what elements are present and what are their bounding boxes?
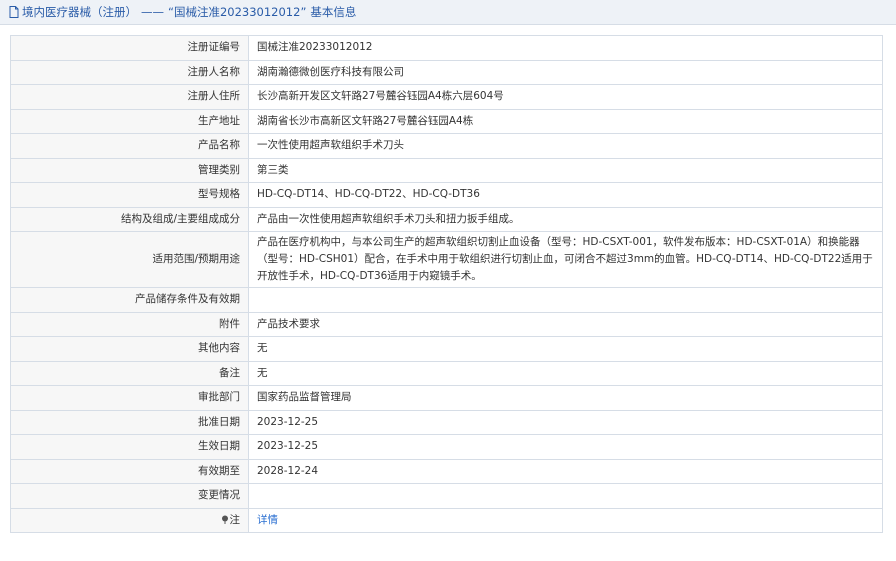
- table-row: 其他内容 无: [10, 336, 883, 362]
- row-label: 管理类别: [10, 157, 249, 183]
- table-row: 生效日期 2023-12-25: [10, 434, 883, 460]
- table-row: 型号规格 HD-CQ-DT14、HD-CQ-DT22、HD-CQ-DT36: [10, 182, 883, 208]
- table-row: 有效期至 2028-12-24: [10, 458, 883, 484]
- row-label: 结构及组成/主要组成成分: [10, 206, 249, 232]
- table-row: 生产地址 湖南省长沙市高新区文轩路27号麓谷钰园A4栋: [10, 108, 883, 134]
- row-value: 湖南瀚德微创医疗科技有限公司: [248, 59, 883, 85]
- row-label: 产品储存条件及有效期: [10, 287, 249, 313]
- row-value: 国家药品监督管理局: [248, 385, 883, 411]
- row-value: 第三类: [248, 157, 883, 183]
- note-value-cell: 详情: [248, 507, 883, 533]
- header-category: 境内医疗器械（注册）: [22, 5, 137, 19]
- row-label: 产品名称: [10, 133, 249, 159]
- row-value: 2023-12-25: [248, 409, 883, 435]
- row-label: 其他内容: [10, 336, 249, 362]
- info-table: 注册证编号 国械注准20233012012 注册人名称 湖南瀚德微创医疗科技有限…: [10, 35, 883, 533]
- row-value: 2028-12-24: [248, 458, 883, 484]
- row-value: 产品技术要求: [248, 311, 883, 337]
- row-label: 注册人住所: [10, 84, 249, 110]
- page-header: 境内医疗器械（注册） —— “国械注准20233012012” 基本信息: [0, 0, 896, 25]
- table-row: 产品储存条件及有效期: [10, 287, 883, 313]
- header-separator: ——: [141, 5, 164, 19]
- row-value: [248, 483, 883, 509]
- row-label: 变更情况: [10, 483, 249, 509]
- table-row: 结构及组成/主要组成成分 产品由一次性使用超声软组织手术刀头和扭力扳手组成。: [10, 206, 883, 232]
- details-link[interactable]: 详情: [257, 514, 278, 526]
- table-row: 审批部门 国家药品监督管理局: [10, 385, 883, 411]
- document-icon: [9, 6, 19, 18]
- note-label-cell: 注: [10, 507, 249, 533]
- row-label: 注册证编号: [10, 35, 249, 61]
- note-row: 注 详情: [10, 507, 883, 533]
- row-label: 适用范围/预期用途: [10, 231, 249, 288]
- row-label: 型号规格: [10, 182, 249, 208]
- row-value: 无: [248, 360, 883, 386]
- table-row: 变更情况: [10, 483, 883, 509]
- row-label: 生效日期: [10, 434, 249, 460]
- row-label: 备注: [10, 360, 249, 386]
- row-value: 湖南省长沙市高新区文轩路27号麓谷钰园A4栋: [248, 108, 883, 134]
- table-row: 注册人住所 长沙高新开发区文轩路27号麓谷钰园A4栋六层604号: [10, 84, 883, 110]
- row-label: 生产地址: [10, 108, 249, 134]
- table-row: 产品名称 一次性使用超声软组织手术刀头: [10, 133, 883, 159]
- header-subject: “国械注准20233012012”: [168, 5, 307, 19]
- note-label: 注: [229, 513, 241, 526]
- row-value: 产品在医疗机构中，与本公司生产的超声软组织切割止血设备（型号：HD-CSXT-0…: [248, 231, 883, 288]
- row-value: 长沙高新开发区文轩路27号麓谷钰园A4栋六层604号: [248, 84, 883, 110]
- table-row: 适用范围/预期用途 产品在医疗机构中，与本公司生产的超声软组织切割止血设备（型号…: [10, 231, 883, 288]
- row-value: 产品由一次性使用超声软组织手术刀头和扭力扳手组成。: [248, 206, 883, 232]
- row-value: [248, 287, 883, 313]
- table-row: 管理类别 第三类: [10, 157, 883, 183]
- row-value: 国械注准20233012012: [248, 35, 883, 61]
- row-label: 批准日期: [10, 409, 249, 435]
- row-value: HD-CQ-DT14、HD-CQ-DT22、HD-CQ-DT36: [248, 182, 883, 208]
- row-label: 附件: [10, 311, 249, 337]
- row-label: 注册人名称: [10, 59, 249, 85]
- header-suffix: 基本信息: [310, 5, 357, 19]
- table-row: 批准日期 2023-12-25: [10, 409, 883, 435]
- row-label: 审批部门: [10, 385, 249, 411]
- table-row: 备注 无: [10, 360, 883, 386]
- pin-icon: [221, 513, 229, 524]
- row-value: 无: [248, 336, 883, 362]
- table-row: 注册人名称 湖南瀚德微创医疗科技有限公司: [10, 59, 883, 85]
- table-row: 附件 产品技术要求: [10, 311, 883, 337]
- row-label: 有效期至: [10, 458, 249, 484]
- row-value: 一次性使用超声软组织手术刀头: [248, 133, 883, 159]
- row-value: 2023-12-25: [248, 434, 883, 460]
- table-row: 注册证编号 国械注准20233012012: [10, 35, 883, 61]
